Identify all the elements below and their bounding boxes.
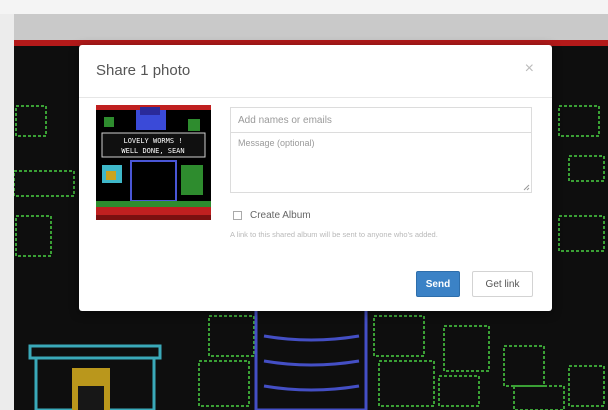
thumbnail-art: LOVELY WORMS ! WELL DONE, SEAN [96,105,211,220]
create-album-label[interactable]: Create Album [250,210,311,221]
names-emails-input[interactable] [230,107,532,133]
share-hint-text: A link to this shared album will be sent… [230,230,438,239]
dialog-header: Share 1 photo × [79,45,552,98]
top-white-bar [0,0,608,14]
thumbnail-text-line2: WELL DONE, SEAN [121,147,184,155]
resize-grip-icon[interactable] [523,184,530,191]
close-icon[interactable]: × [525,61,534,77]
create-album-row[interactable]: Create Album [233,208,311,222]
thumbnail-text-line1: LOVELY WORMS ! [123,137,182,145]
checkbox-icon[interactable] [233,210,242,220]
dialog-title: Share 1 photo [96,62,191,79]
message-textarea[interactable] [230,133,532,193]
app-header-strip [14,14,608,40]
send-button[interactable]: Send [416,271,460,297]
share-dialog: Share 1 photo × LOVELY WORMS ! WELL DONE… [79,45,552,311]
photo-thumbnail: LOVELY WORMS ! WELL DONE, SEAN [96,105,211,220]
get-link-button[interactable]: Get link [472,271,533,297]
